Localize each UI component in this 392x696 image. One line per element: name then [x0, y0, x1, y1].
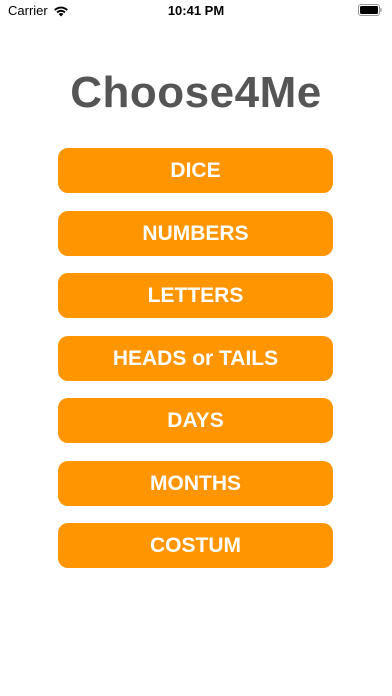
choice-button-list: DICE NUMBERS LETTERS HEADS or TAILS DAYS… [58, 148, 333, 586]
heads-or-tails-button[interactable]: HEADS or TAILS [58, 335, 333, 381]
app-title: Choose4Me [70, 68, 322, 117]
status-bar: Carrier 10:41 PM [0, 0, 392, 22]
dice-button[interactable]: DICE [58, 148, 333, 193]
battery-icon [358, 4, 382, 16]
days-button[interactable]: DAYS [58, 398, 333, 443]
numbers-button[interactable]: NUMBERS [58, 210, 333, 256]
costum-button[interactable]: COSTUM [58, 523, 333, 568]
status-time: 10:41 PM [167, 3, 225, 18]
months-button[interactable]: MONTHS [58, 460, 333, 506]
letters-button[interactable]: LETTERS [58, 273, 333, 318]
